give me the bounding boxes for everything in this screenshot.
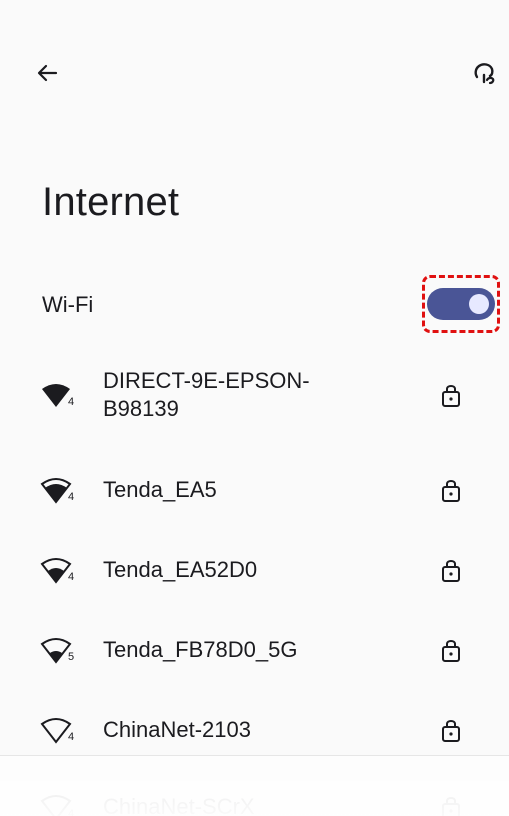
lock-icon	[442, 560, 460, 582]
help-feedback-icon	[474, 63, 495, 85]
lock-icon	[442, 797, 460, 816]
network-item[interactable]: 4 ChinaNet-2103	[0, 690, 509, 770]
lock-icon	[442, 720, 460, 742]
network-name: Tenda_FB78D0_5G	[103, 637, 298, 662]
network-name: DIRECT-9E-EPSON-B98139	[103, 368, 310, 421]
network-item[interactable]: 4 Tenda_EA5	[0, 450, 509, 530]
top-app-bar	[0, 0, 509, 150]
wifi-signal-icon: 4	[42, 384, 74, 408]
network-name: ChinaNet-SCrX	[103, 794, 255, 816]
lock-icon	[442, 385, 460, 407]
wifi-toggle-switch[interactable]	[427, 288, 495, 320]
wifi-signal-icon: 4	[40, 718, 74, 744]
toggle-knob	[469, 294, 489, 314]
network-item[interactable]: 5 Tenda_FB78D0_5G	[0, 610, 509, 690]
wifi-signal-icon: 4	[40, 478, 74, 504]
signal-badge: 4	[68, 491, 74, 503]
wifi-label: Wi-Fi	[42, 292, 94, 317]
lock-icon	[442, 480, 460, 502]
network-item[interactable]: 4 Tenda_EA52D0	[0, 530, 509, 610]
help-feedback-button[interactable]	[468, 56, 502, 90]
lock-icon	[442, 640, 460, 662]
wifi-signal-icon: 5	[40, 638, 74, 664]
signal-badge: 5	[68, 651, 74, 663]
wifi-toggle-row[interactable]: Wi-Fi	[0, 270, 509, 340]
signal-badge: 4	[68, 396, 74, 408]
network-name: Tenda_EA5	[103, 477, 217, 502]
signal-badge: 4	[68, 808, 74, 816]
internet-settings-screen: Internet Wi-Fi 4 DIRECT-9E-EPSON-B98139	[0, 0, 509, 816]
page-title: Internet	[42, 180, 180, 224]
back-button[interactable]	[30, 56, 64, 90]
network-name: Tenda_EA52D0	[103, 557, 258, 582]
arrow-left-icon	[37, 64, 58, 82]
network-item[interactable]: 4 DIRECT-9E-EPSON-B98139	[0, 355, 509, 435]
wifi-signal-icon: 4	[40, 795, 74, 816]
network-item[interactable]: 4 ChinaNet-SCrX	[0, 767, 509, 816]
wifi-signal-icon: 4	[40, 558, 74, 584]
network-name: ChinaNet-2103	[103, 717, 251, 742]
signal-badge: 4	[68, 731, 74, 743]
signal-badge: 4	[68, 571, 74, 583]
